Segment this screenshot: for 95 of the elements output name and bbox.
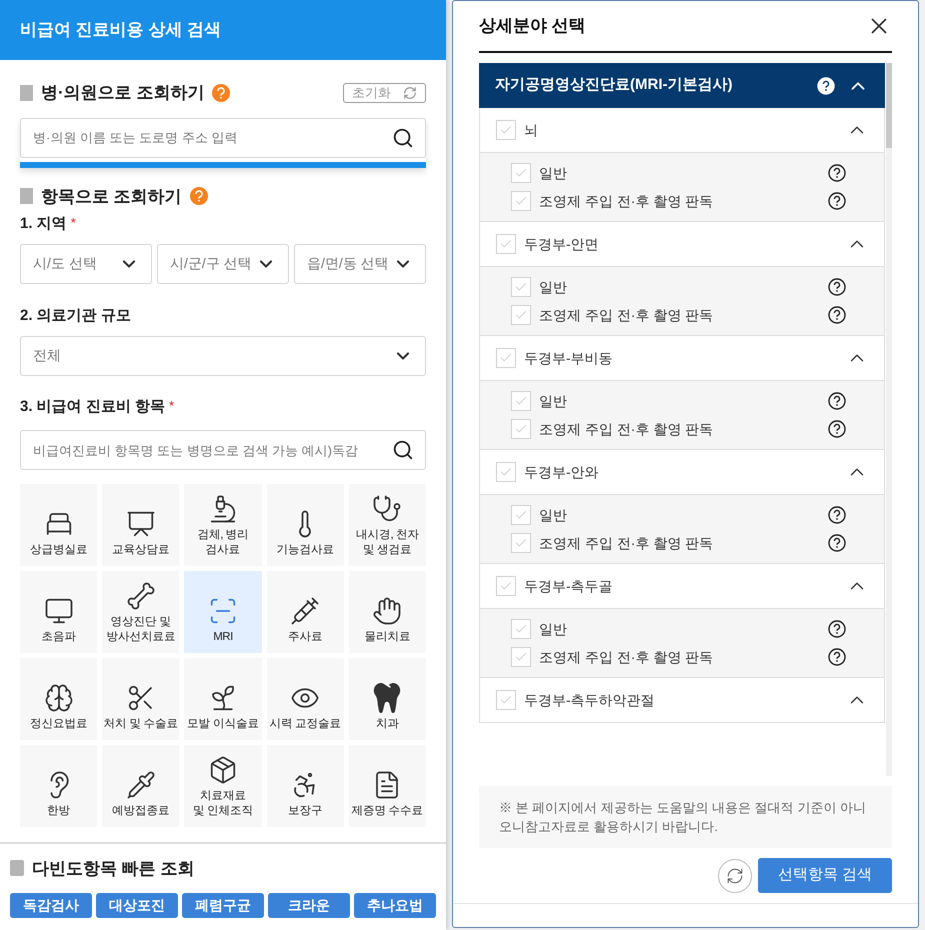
sub-item-row[interactable]: 일반 [480,273,884,301]
select-dropdown[interactable]: 전체 [20,336,426,376]
help-icon[interactable] [828,506,846,524]
category-tile[interactable]: 내시경, 천자 및 생검료 [348,484,426,566]
category-tile[interactable]: 기능검사료 [266,484,344,566]
help-icon[interactable] [828,620,846,638]
search-icon[interactable] [392,439,414,461]
help-icon[interactable] [828,306,846,324]
checkbox[interactable] [496,234,516,254]
checkbox[interactable] [511,391,531,411]
search-button[interactable]: 선택항목 검색 [758,858,892,893]
required-mark: * [169,396,174,414]
quick-search-button[interactable]: 폐렴구균 [182,893,264,918]
category-tile[interactable]: 모발 이식술료 [184,658,262,740]
checkbox[interactable] [496,348,516,368]
checkbox[interactable] [496,462,516,482]
modal-title: 상세분야 선택 [479,15,586,38]
checkbox[interactable] [511,191,531,211]
field-label: 1. 지역 [20,214,67,234]
category-tile[interactable]: 영상진단 및 방사선치료료 [102,571,180,653]
refresh-icon [726,866,744,884]
sub-item-row[interactable]: 조영제 주입 전·후 촬영 판독 [480,643,884,671]
quick-search-button[interactable]: 크라운 [268,893,350,918]
section-title: 다빈도항목 빠른 조회 [32,858,194,880]
category-tile[interactable]: 보장구 [266,745,344,827]
checkbox[interactable] [511,419,531,439]
help-icon[interactable] [828,534,846,552]
search-icon[interactable] [392,126,414,148]
hand-icon [372,596,402,626]
page-title: 비급여 진료비용 상세 검색 [20,19,222,42]
sub-item-row[interactable]: 일반 [480,159,884,187]
category-tile[interactable]: 치과 [348,658,426,740]
select-dropdown[interactable]: 시/도 선택 [20,244,152,284]
category-tile[interactable]: 시력 교정술료 [266,658,344,740]
checkbox[interactable] [511,505,531,525]
checkbox[interactable] [496,120,516,140]
field-label: 2. 의료기관 규모 [20,306,131,324]
checkbox[interactable] [511,533,531,553]
sub-item-row[interactable]: 일반 [480,501,884,529]
help-icon[interactable] [828,164,846,182]
help-icon[interactable] [828,648,846,666]
section-header[interactable]: 자기공명영상진단료(MRI-기본검사) [479,63,885,108]
section-title: 항목으로 조회하기 [41,186,182,208]
category-tile[interactable]: 치료재료 및 인체조직 [184,745,262,827]
sub-item-row[interactable]: 조영제 주입 전·후 촬영 판독 [480,187,884,215]
monitor-icon [44,596,74,626]
category-tile[interactable]: 검체, 병리 검사료 [184,484,262,566]
category-tile[interactable]: 예방접종료 [102,745,180,827]
category-tile[interactable]: MRI [184,571,262,653]
refresh-icon [403,86,417,100]
checkbox[interactable] [511,619,531,639]
sub-item-row[interactable]: 조영제 주입 전·후 촬영 판독 [480,301,884,329]
category-tile[interactable]: 주사료 [266,571,344,653]
required-mark: * [70,214,76,232]
help-icon[interactable] [828,420,846,438]
category-tile[interactable]: 상급병실료 [20,484,98,566]
select-dropdown[interactable]: 시/군/구 선택 [157,244,289,284]
syringe-icon [290,596,320,626]
scrollbar[interactable] [886,63,892,776]
checkbox[interactable] [511,163,531,183]
notice-box: ※ 본 페이지에서 제공하는 도움말의 내용은 절대적 기준이 아니오니참고자료로 활용하시기 바랍니다. [479,786,892,848]
category-tile[interactable]: 교육상담료 [102,484,180,566]
item-search-field[interactable]: 비급여진료비 항목명 또는 병명으로 검색 가능 예시)독감 [20,430,426,470]
quick-search-button[interactable]: 대상포진 [96,893,178,918]
category-tile[interactable]: 한방 [20,745,98,827]
help-icon[interactable] [828,278,846,296]
quick-search-button[interactable]: 독감검사 [10,893,92,918]
sub-item-row[interactable]: 조영제 주입 전·후 촬영 판독 [480,529,884,557]
tooth-icon [372,683,402,713]
sub-item-row[interactable]: 일반 [480,615,884,643]
pipette-icon [126,770,156,800]
brain-icon [44,683,74,713]
select-dropdown[interactable]: 읍/면/동 선택 [294,244,426,284]
category-tile[interactable]: 초음파 [20,571,98,653]
checkbox[interactable] [496,690,516,710]
field-label: 3. 비급여 진료비 항목 [20,396,166,416]
checkbox[interactable] [511,277,531,297]
category-tile[interactable]: 정신요법료 [20,658,98,740]
sub-item-row[interactable]: 일반 [480,387,884,415]
quick-search-button[interactable]: 추나요법 [354,893,436,918]
sub-item-row[interactable]: 조영제 주입 전·후 촬영 판독 [480,415,884,443]
presentation-icon [126,509,156,539]
bone-icon [126,581,156,611]
help-icon[interactable] [828,392,846,410]
category-tile[interactable]: 물리치료 [348,571,426,653]
checkbox[interactable] [511,647,531,667]
help-icon[interactable] [828,192,846,210]
category-tile[interactable]: 제증명 수수료 [348,745,426,827]
checkbox[interactable] [496,576,516,596]
reset-button[interactable] [718,858,752,892]
hospital-search-field[interactable]: 병·의원 이름 또는 도로명 주소 입력 [20,118,426,158]
category-tile[interactable]: 처치 및 수술료 [102,658,180,740]
section-title: 병·의원으로 조회하기 [41,82,204,104]
stethoscope-icon [372,494,402,524]
checkbox[interactable] [511,305,531,325]
